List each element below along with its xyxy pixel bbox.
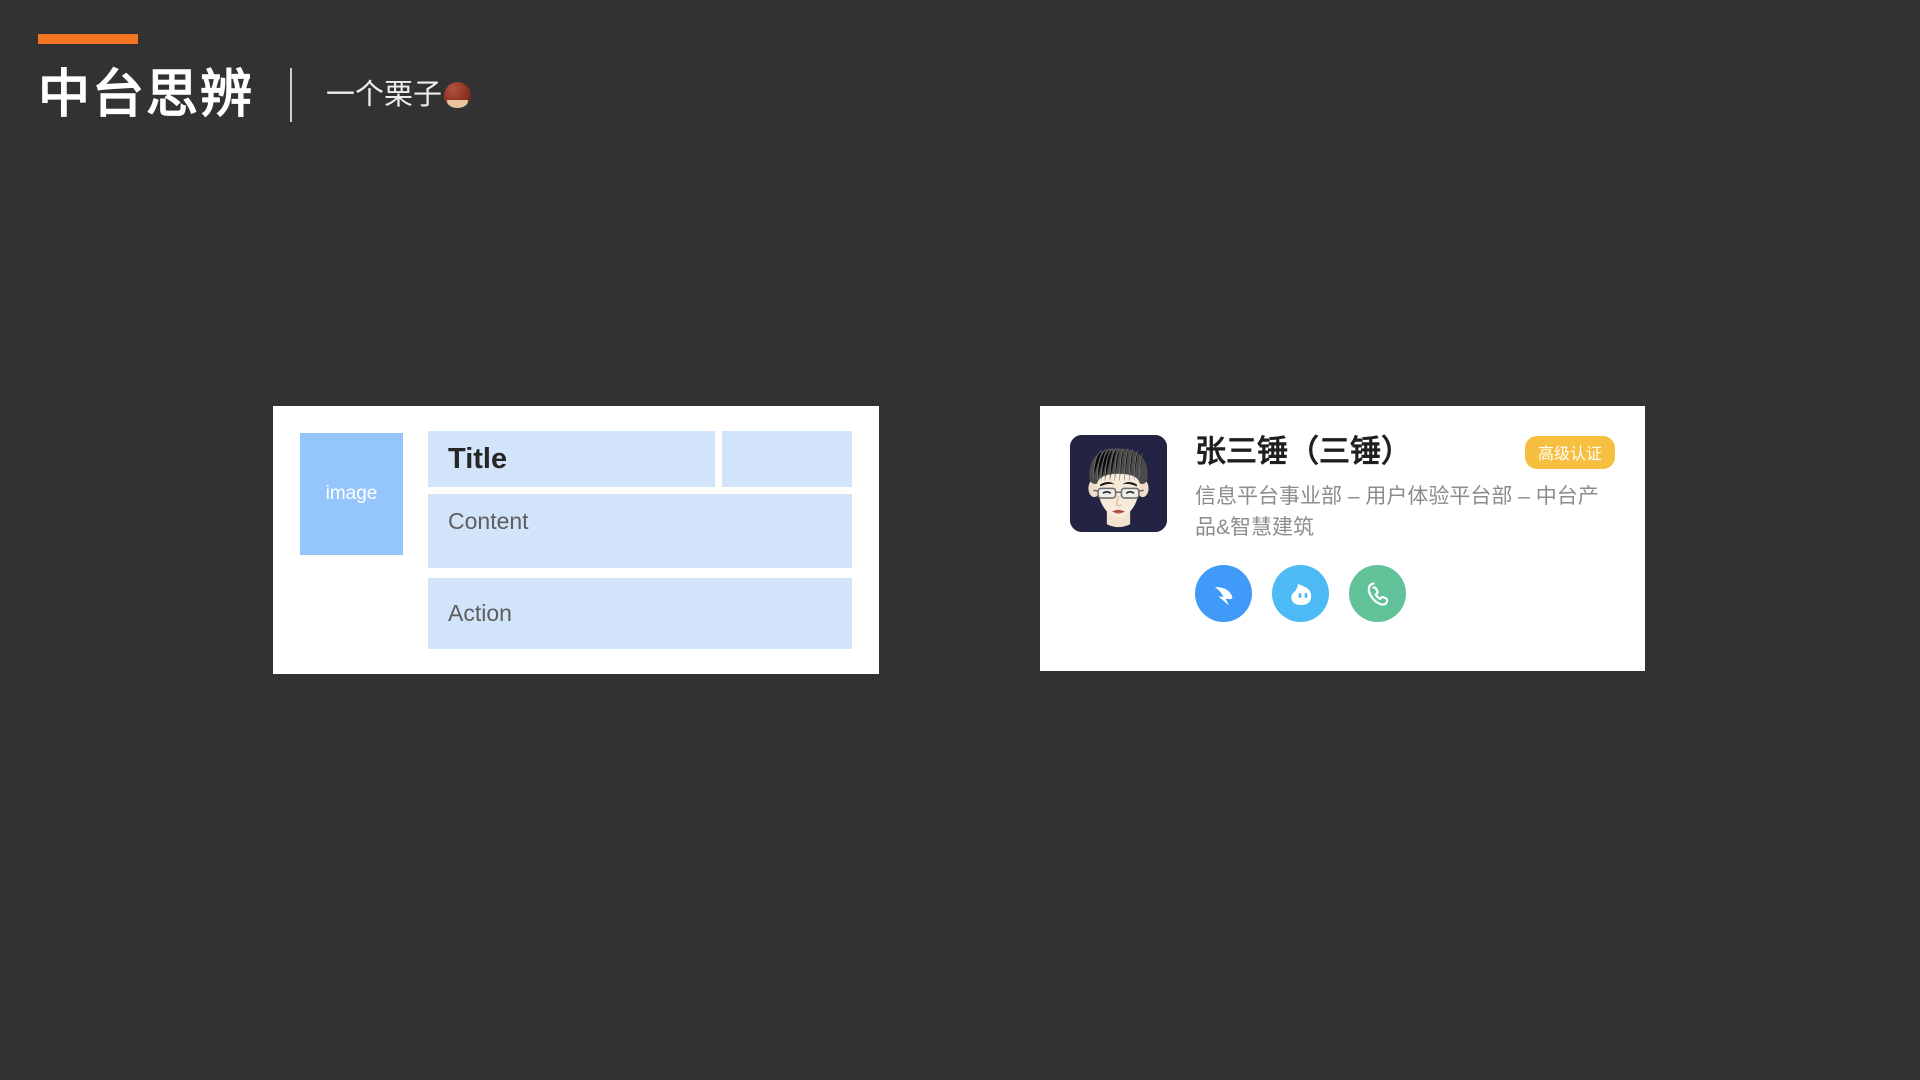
phone-icon[interactable] xyxy=(1349,565,1406,623)
wangwang-glyph xyxy=(1290,583,1311,605)
profile-info: 张三锤（三锤） 高级认证 信息平台事业部 – 用户体验平台部 – 中台产品&智慧… xyxy=(1195,433,1615,543)
wangwang-icon[interactable] xyxy=(1272,565,1329,623)
dingtalk-icon[interactable] xyxy=(1195,565,1252,623)
dingtalk-glyph xyxy=(1214,586,1232,606)
profile-name: 张三锤（三锤） xyxy=(1195,434,1412,469)
cards-area: image Title Content Action 张三锤（三锤） 高级认证 … xyxy=(0,0,1920,1080)
wireframe-title-row: Title xyxy=(428,431,852,488)
wireframe-title-aside-block xyxy=(722,431,852,488)
user-avatar xyxy=(1070,435,1167,532)
wireframe-content-bar: Content xyxy=(428,494,852,569)
status-badge: 高级认证 xyxy=(1524,436,1615,470)
wireframe-title-bar: Title xyxy=(428,431,715,488)
profile-actions xyxy=(1195,565,1615,623)
wireframe-body: Title Content Action xyxy=(428,431,852,649)
wireframe-image-label: image xyxy=(325,483,378,504)
profile-top: 张三锤（三锤） 高级认证 信息平台事业部 – 用户体验平台部 – 中台产品&智慧… xyxy=(1070,433,1615,543)
wireframe-image-placeholder: image xyxy=(300,433,403,555)
wireframe-card: image Title Content Action xyxy=(273,406,879,674)
phone-glyph xyxy=(1367,581,1388,606)
wireframe-title-label: Title xyxy=(448,442,508,475)
profile-name-row: 张三锤（三锤） 高级认证 xyxy=(1195,433,1615,470)
profile-department: 信息平台事业部 – 用户体验平台部 – 中台产品&智慧建筑 xyxy=(1195,485,1599,539)
wireframe-action-bar: Action xyxy=(428,578,852,649)
wireframe-action-label: Action xyxy=(448,600,512,627)
profile-card: 张三锤（三锤） 高级认证 信息平台事业部 – 用户体验平台部 – 中台产品&智慧… xyxy=(1040,406,1645,671)
avatar-illustration xyxy=(1070,435,1167,532)
wireframe-content-label: Content xyxy=(448,508,529,535)
